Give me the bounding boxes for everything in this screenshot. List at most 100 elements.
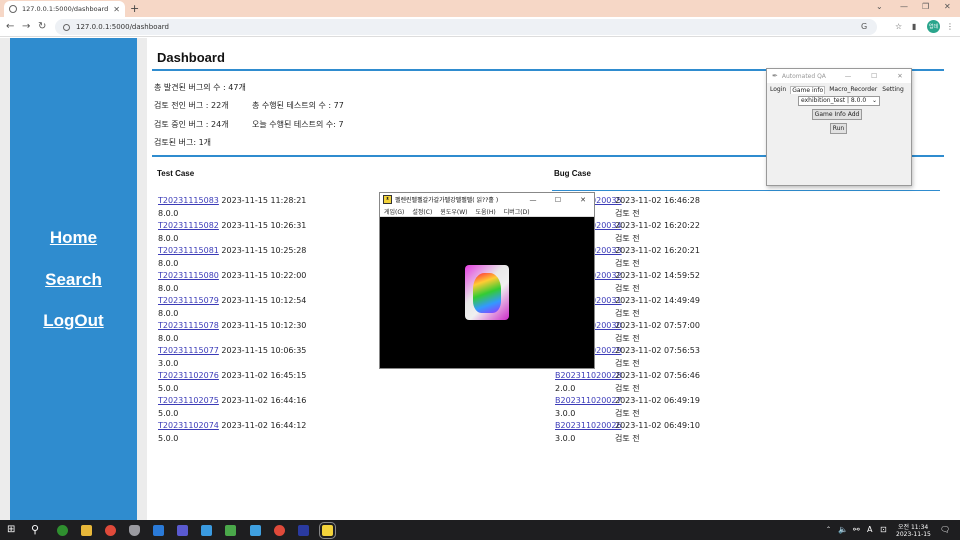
test-case-link[interactable]: T20231115079	[158, 296, 219, 305]
game-info-add-button[interactable]: Game Info Add	[812, 109, 862, 120]
menu-game[interactable]: 게임(G)	[384, 207, 404, 216]
address-bar: ← → ↻ 127.0.0.1:5000/dashboard G ☆ ▮ 업데 …	[0, 17, 960, 37]
menu-debug[interactable]: 디버그(D)	[504, 207, 530, 216]
bug-case-status: 검토 전	[615, 208, 640, 218]
forward-icon[interactable]: →	[22, 21, 30, 32]
nav-search-link[interactable]: Search	[10, 270, 137, 290]
test-case-link[interactable]: T20231115078	[158, 321, 219, 330]
minimize-icon[interactable]: —	[900, 2, 908, 11]
stat-reviewed: 검토된 버그: 1개	[154, 138, 212, 147]
bug-case-subrow: 2.0.0 검토 전	[555, 383, 755, 396]
tab-title: 127.0.0.1:5000/dashboard	[21, 5, 109, 13]
xbox-icon[interactable]	[57, 525, 68, 536]
vscode-icon[interactable]	[153, 525, 164, 536]
profile-avatar[interactable]: 업데	[927, 20, 940, 33]
close-icon[interactable]: ✕	[889, 72, 911, 80]
bug-case-time: 2023-11-02 16:46:28	[615, 196, 700, 205]
app-icon[interactable]	[177, 525, 188, 536]
test-case-time: 2023-11-15 10:26:31	[221, 221, 307, 230]
game-title-bar[interactable]: ᴥ 펠렌린펠펠갈가갈가펠강펠펠펠( 읽??홀 ) — ☐ ✕	[380, 193, 594, 206]
menu-help[interactable]: 도움(H)	[475, 207, 495, 216]
tab-setting[interactable]: Setting	[881, 86, 904, 94]
chevron-down-icon[interactable]: ⌄	[876, 2, 883, 11]
file-explorer-icon[interactable]	[81, 525, 92, 536]
bug-case-time: 2023-11-02 14:49:49	[615, 296, 700, 305]
bug-case-link[interactable]: B202311020028	[555, 370, 622, 383]
qa-title-bar[interactable]: ✒ Automated QA — ☐ ✕	[767, 69, 911, 83]
clock-date[interactable]: 2023-11-15	[896, 531, 931, 538]
python-icon[interactable]	[298, 525, 309, 536]
test-case-version: 5.0.0	[158, 408, 179, 418]
sidepanel-icon[interactable]: ▮	[912, 22, 916, 31]
clock-time[interactable]: 오전 11:34	[898, 522, 928, 531]
minimize-icon[interactable]: —	[837, 72, 859, 80]
bug-case-link[interactable]: B202311020027	[555, 395, 622, 408]
feather-app-icon[interactable]	[201, 525, 212, 536]
test-case-link[interactable]: T20231115082	[158, 221, 219, 230]
back-icon[interactable]: ←	[6, 21, 14, 32]
new-tab-icon[interactable]: +	[130, 2, 139, 15]
chevron-up-icon[interactable]: ⌃	[826, 526, 831, 533]
test-case-link[interactable]: T20231115081	[158, 246, 219, 255]
bug-case-time: 2023-11-02 16:20:22	[615, 221, 700, 230]
nav-logout-link[interactable]: LogOut	[10, 311, 137, 331]
stat-total-bugs: 총 발견된 버그의 수 : 47개	[154, 83, 246, 92]
speaker-icon[interactable]: 🔈	[838, 525, 848, 534]
test-case-link[interactable]: T20231115077	[158, 346, 219, 355]
ime-icon[interactable]: ⊡	[880, 525, 887, 534]
chevron-down-icon[interactable]: ⌄	[872, 97, 877, 105]
tab-login[interactable]: Login	[769, 86, 787, 94]
test-case-link[interactable]: T20231115083	[158, 196, 219, 205]
game-select-value: exhibition_test | 8.0.0	[801, 97, 867, 104]
bird-icon[interactable]	[250, 525, 261, 536]
automated-qa-window: ✒ Automated QA — ☐ ✕ Login Game info Mac…	[766, 68, 912, 186]
stat-in-review: 검토 중인 버그 : 24개	[154, 120, 229, 129]
test-case-link[interactable]: T20231102074	[158, 421, 219, 430]
notification-icon[interactable]: 🗨	[940, 525, 950, 534]
test-case-time: 2023-11-02 16:45:15	[221, 371, 307, 380]
test-case-link[interactable]: T20231102075	[158, 396, 219, 405]
close-tab-icon[interactable]: ✕	[113, 5, 120, 14]
network-icon[interactable]: ⚯	[853, 525, 860, 534]
tab-game-info[interactable]: Game info	[790, 86, 826, 94]
document-icon[interactable]	[225, 525, 236, 536]
chrome-profile-icon[interactable]	[274, 525, 285, 536]
browser-tab[interactable]: 127.0.0.1:5000/dashboard ✕	[4, 1, 125, 17]
test-case-link[interactable]: T20231102076	[158, 371, 219, 380]
google-icon[interactable]: G	[861, 22, 867, 31]
game-select[interactable]: exhibition_test | 8.0.0 ⌄	[798, 96, 880, 106]
test-case-time: 2023-11-15 10:12:30	[221, 321, 307, 330]
menu-settings[interactable]: 설정(C)	[412, 207, 432, 216]
shield-icon[interactable]	[129, 525, 140, 536]
test-case-link[interactable]: T20231115080	[158, 271, 219, 280]
search-icon[interactable]: ⚲	[31, 523, 39, 536]
maximize-icon[interactable]: ☐	[547, 196, 569, 204]
maximize-icon[interactable]: ☐	[863, 72, 885, 80]
windows-start-icon[interactable]: ⊞	[7, 524, 15, 535]
qa-tab-body: exhibition_test | 8.0.0 ⌄ Game Info Add …	[767, 94, 911, 180]
bug-case-status: 검토 전	[615, 408, 640, 418]
minimize-icon[interactable]: —	[522, 196, 544, 204]
menu-window[interactable]: 윈도우(W)	[440, 207, 467, 216]
restore-icon[interactable]: ❐	[922, 2, 929, 11]
bug-case-link[interactable]: B202311020026	[555, 420, 622, 433]
test-case-version: 8.0.0	[158, 208, 179, 218]
run-button[interactable]: Run	[830, 123, 847, 134]
nav-home-link[interactable]: Home	[10, 228, 137, 248]
kebab-menu-icon[interactable]: ⋮	[946, 22, 954, 31]
reload-icon[interactable]: ↻	[38, 21, 46, 32]
test-case-row: T20231102076 2023-11-02 16:45:15	[158, 370, 398, 383]
game-taskbar-icon[interactable]	[319, 522, 336, 539]
close-icon[interactable]: ✕	[572, 196, 594, 204]
bug-case-status: 검토 전	[615, 308, 640, 318]
game-window-title: 펠렌린펠펠갈가갈가펠강펠펠펠( 읽??홀 )	[395, 197, 499, 204]
language-indicator[interactable]: A	[867, 525, 872, 534]
chrome-icon[interactable]	[105, 525, 116, 536]
star-icon[interactable]: ☆	[895, 22, 902, 31]
bug-case-time: 2023-11-02 07:57:00	[615, 321, 700, 330]
tab-macro-recorder[interactable]: Macro_Recorder	[828, 86, 878, 94]
page-title: Dashboard	[157, 50, 225, 65]
close-window-icon[interactable]: ✕	[944, 2, 951, 11]
info-icon[interactable]	[63, 23, 70, 31]
url-field[interactable]: 127.0.0.1:5000/dashboard	[55, 19, 877, 35]
